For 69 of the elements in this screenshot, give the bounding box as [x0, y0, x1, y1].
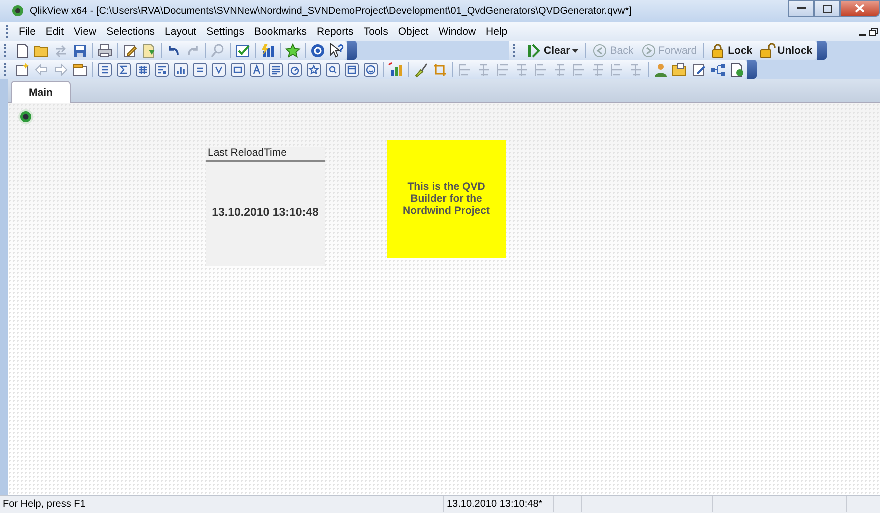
menu-item[interactable]: Tools — [358, 22, 394, 40]
menu-item[interactable]: Object — [393, 22, 434, 40]
lock-button[interactable]: Lock — [708, 42, 755, 60]
menu-item[interactable]: Selections — [102, 22, 160, 40]
pointer-question-icon[interactable] — [329, 42, 345, 58]
page-arrow-icon[interactable] — [141, 42, 157, 58]
check-mark-icon[interactable] — [211, 62, 227, 78]
qlikview-logo-icon[interactable] — [18, 109, 34, 125]
maximize-button[interactable] — [814, 0, 840, 17]
minimize-button[interactable] — [788, 0, 814, 17]
caret-icon — [572, 48, 580, 52]
box-caption: Last ReloadTime — [206, 147, 325, 162]
bar-chart-icon[interactable] — [260, 42, 276, 58]
pencil-document-icon[interactable] — [122, 42, 138, 58]
restore-icon[interactable] — [869, 28, 878, 36]
help-icon[interactable] — [310, 42, 326, 58]
window-title: QlikView x64 - [C:\Users\RVA\Documents\SVNNew\Nordwind_SVNDemoProject\Development\01_QvdGenerators\QVDGenerator.qvw*] — [30, 6, 632, 16]
save-icon[interactable] — [72, 42, 88, 58]
pencil-document-icon[interactable] — [691, 62, 707, 78]
search-icon[interactable] — [325, 62, 341, 78]
smiley-icon[interactable] — [363, 62, 379, 78]
new-sheet-icon[interactable] — [15, 62, 31, 78]
menu-item[interactable]: View — [69, 22, 102, 40]
minimize-icon — [796, 7, 806, 10]
status-help-text: For Help, press F1 — [2, 498, 87, 512]
tree-icon[interactable] — [710, 62, 726, 78]
menu-item[interactable]: Reports — [312, 22, 359, 40]
padlock-icon — [710, 42, 726, 58]
menu-item[interactable]: Edit — [40, 22, 70, 40]
sheet-tab[interactable]: Main — [11, 81, 71, 103]
monitor-icon[interactable] — [230, 62, 246, 78]
sigma-icon[interactable] — [116, 62, 132, 78]
star-outline-icon[interactable] — [306, 62, 322, 78]
menu-item[interactable]: Settings — [202, 22, 250, 40]
close-icon — [855, 4, 865, 13]
reload-time-value: 13.10.2010 13:10:48 — [211, 207, 320, 219]
text-lines-icon[interactable] — [268, 62, 284, 78]
star-icon[interactable] — [285, 42, 301, 58]
sheet-properties-icon[interactable] — [72, 62, 88, 78]
status-reload-time: 13.10.2010 13:10:48* — [443, 496, 553, 512]
menu-item[interactable]: Bookmarks — [250, 22, 312, 40]
menu-item[interactable]: Help — [481, 22, 513, 40]
menu-item[interactable]: File — [14, 22, 41, 40]
user-icon[interactable] — [653, 62, 669, 78]
gauge-icon[interactable] — [287, 62, 303, 78]
unlock-button[interactable]: Unlock — [758, 42, 815, 60]
toolbar-overflow-button[interactable] — [816, 41, 827, 60]
close-button[interactable] — [840, 0, 880, 17]
printer-icon[interactable] — [97, 42, 113, 58]
document-globe-icon[interactable] — [729, 62, 745, 78]
clear-button[interactable]: Clear — [524, 42, 582, 60]
lines-icon[interactable] — [97, 62, 113, 78]
grid-icon[interactable] — [135, 62, 151, 78]
open-padlock-icon — [760, 42, 776, 58]
qlikview-logo-icon — [10, 3, 26, 19]
bar-chart-icon[interactable] — [173, 62, 189, 78]
text-note: This is the QVD Builder for the Nordwind Project — [387, 140, 506, 258]
menu-item[interactable]: Layout — [160, 22, 202, 40]
menu-item[interactable]: Window — [434, 22, 482, 40]
equals-icon[interactable] — [192, 62, 208, 78]
chart-wizard-icon[interactable] — [388, 62, 404, 78]
toolbar-overflow-button[interactable] — [747, 60, 757, 79]
brush-icon[interactable] — [413, 62, 429, 78]
checkbox-icon[interactable] — [235, 42, 251, 58]
maximize-icon — [822, 4, 832, 12]
panel-icon[interactable] — [344, 62, 360, 78]
clear-icon — [526, 42, 542, 58]
folder-open-icon[interactable] — [672, 62, 688, 78]
form-icon[interactable] — [154, 62, 170, 78]
